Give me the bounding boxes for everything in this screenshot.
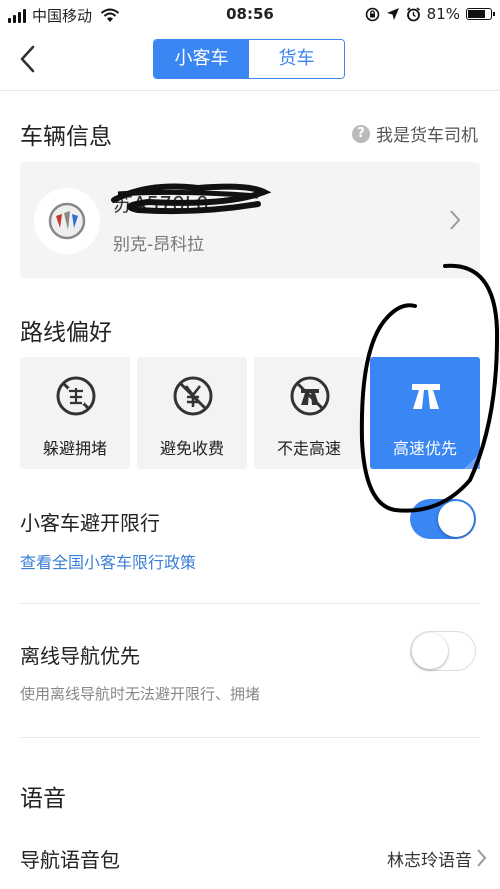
avoid-toll-icon: [173, 376, 213, 416]
tab-truck[interactable]: 货车: [249, 40, 344, 78]
voice-section-title: 语音: [20, 786, 66, 812]
route-option-highway-first[interactable]: 高速优先: [370, 357, 480, 469]
tab-car[interactable]: 小客车: [154, 40, 249, 78]
no-highway-icon: [290, 376, 330, 416]
chevron-right-icon: [477, 849, 487, 867]
route-option-avoid-toll[interactable]: 避免收费: [137, 357, 247, 469]
avoid-restriction-toggle[interactable]: [410, 499, 476, 539]
car-model: 别克-昂科拉: [113, 235, 205, 255]
offline-nav-toggle[interactable]: [410, 631, 476, 671]
route-option-avoid-congestion[interactable]: 躲避拥堵: [20, 357, 130, 469]
truck-driver-help[interactable]: ? 我是货车司机: [352, 121, 478, 146]
back-arrow-icon[interactable]: [14, 42, 44, 76]
route-option-no-highway[interactable]: 不走高速: [254, 357, 364, 469]
battery-percent: 81%: [426, 5, 460, 23]
buick-logo: [34, 188, 100, 254]
restriction-policy-link[interactable]: 查看全国小客车限行政策: [20, 549, 196, 573]
car-brand-icon: [48, 202, 86, 240]
status-bar: 中国移动 08:56 81%: [0, 0, 500, 30]
truck-driver-label: 我是货车司机: [376, 126, 478, 146]
redaction-scribble: [111, 183, 272, 215]
avoid-congestion-icon: [56, 376, 96, 416]
location-arrow-icon: [386, 8, 399, 20]
divider: [20, 603, 480, 604]
route-option-label: 避免收费: [159, 439, 224, 458]
voice-pack-value[interactable]: 林志玲语音: [387, 846, 472, 871]
voice-pack-label[interactable]: 导航语音包: [20, 844, 120, 873]
route-option-label: 躲避拥堵: [42, 439, 107, 458]
avoid-restriction-label: 小客车避开限行: [20, 511, 160, 535]
selected-corner-icon: [464, 453, 480, 469]
highway-icon: [412, 384, 440, 409]
route-option-label: 不走高速: [276, 439, 341, 458]
alarm-icon: [406, 6, 420, 21]
vehicle-card[interactable]: 苏A570L0 别克-昂科拉: [20, 162, 480, 278]
vehicle-section-title: 车辆信息: [20, 124, 112, 150]
offline-nav-label: 离线导航优先: [20, 644, 140, 668]
divider: [20, 737, 480, 738]
offline-nav-note: 使用离线导航时无法避开限行、拥堵: [20, 685, 261, 703]
chevron-right-icon: [450, 210, 461, 230]
vehicle-type-switch: 小客车 货车: [153, 39, 345, 79]
nav-bar: 小客车 货车: [0, 30, 500, 91]
question-icon: ?: [352, 124, 370, 143]
rotation-lock-icon: [365, 7, 379, 21]
route-section-title: 路线偏好: [20, 320, 112, 346]
battery-icon: [466, 8, 495, 20]
